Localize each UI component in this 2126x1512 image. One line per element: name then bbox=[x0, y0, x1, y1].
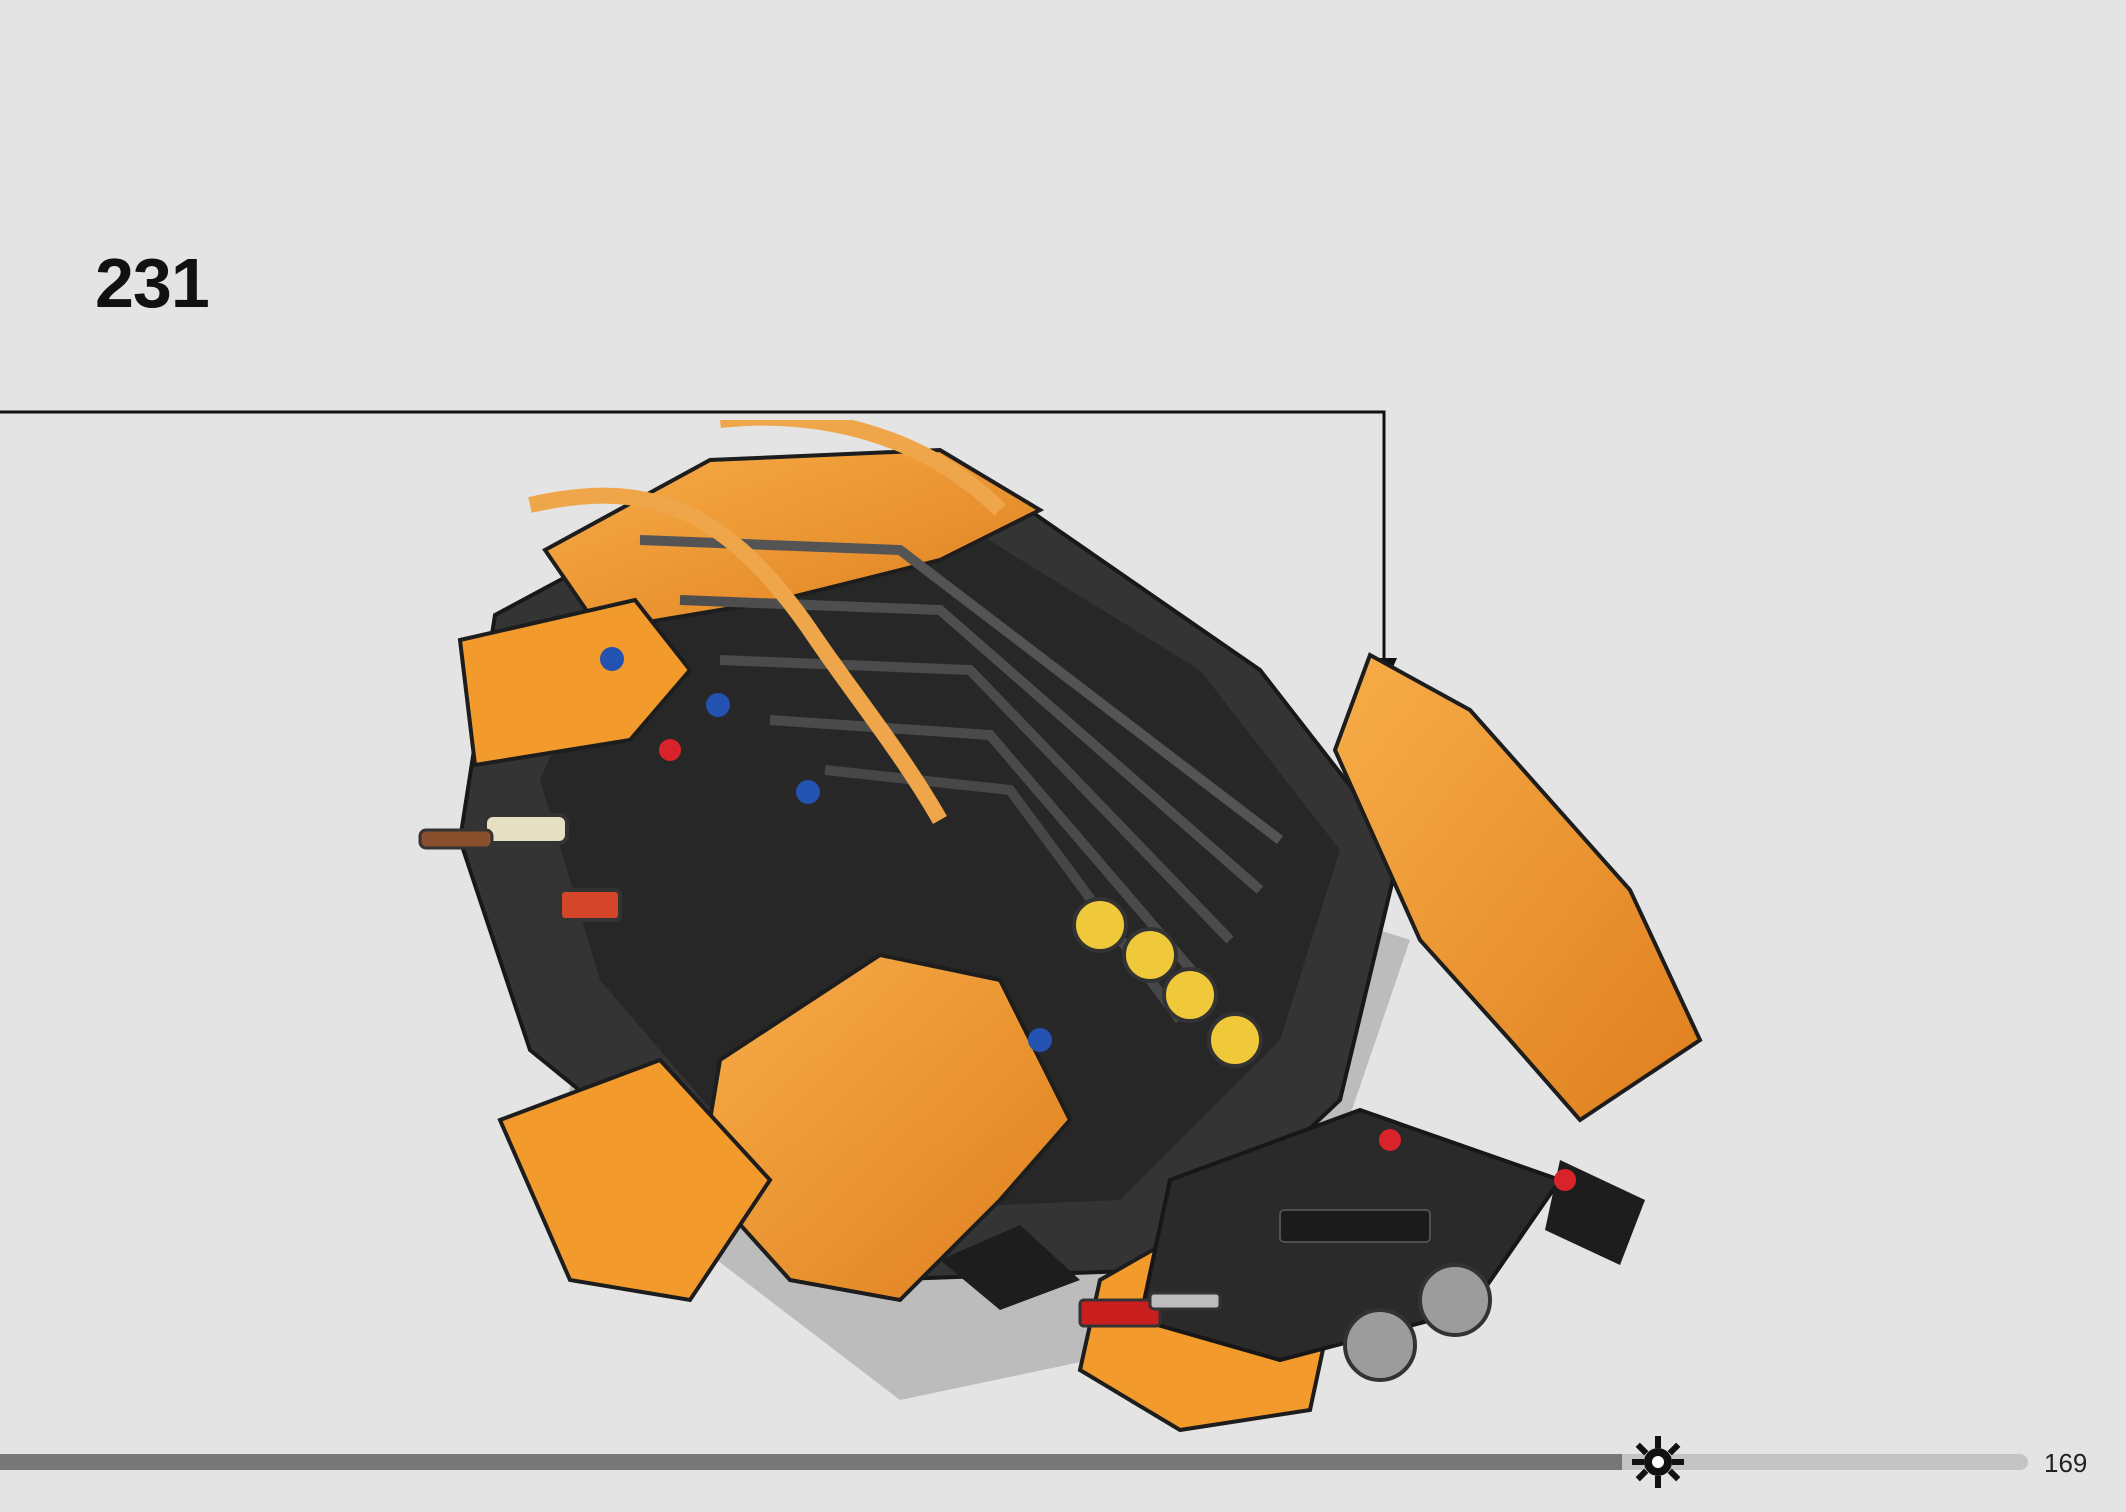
lego-technic-car-model-illustration bbox=[418, 420, 1703, 1433]
progress-bar bbox=[0, 1454, 2028, 1470]
gear-icon bbox=[1632, 1436, 1684, 1488]
progress-fill bbox=[0, 1454, 1623, 1470]
page-title: 231 bbox=[95, 244, 210, 322]
page-number: 169 bbox=[2044, 1448, 2088, 1478]
